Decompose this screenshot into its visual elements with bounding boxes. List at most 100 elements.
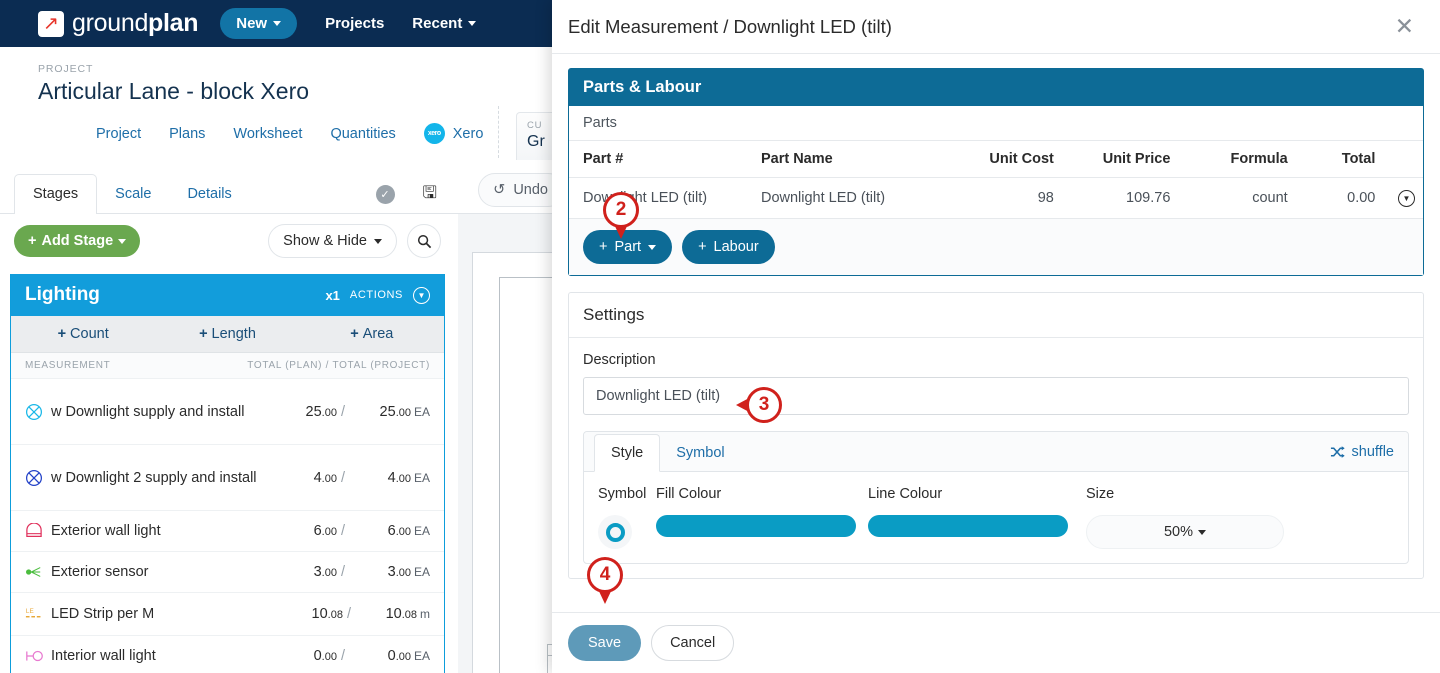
total-unit: EA bbox=[413, 524, 430, 538]
total-project: 4.00 bbox=[349, 470, 411, 486]
toolbar-icon-group: ✓ 🖫 bbox=[375, 180, 437, 209]
total-plan-int: 0 bbox=[313, 648, 322, 664]
stage-header-meta: x1 ACTIONS ▼ bbox=[325, 286, 430, 304]
total-unit: EA bbox=[413, 470, 430, 485]
measurement-row[interactable]: Exterior sensor 3.00/3.00 EA bbox=[11, 552, 444, 593]
measurement-row[interactable]: Interior wall light 0.00/0.00 EA bbox=[11, 636, 444, 673]
stage-tab-list: Stages Scale Details bbox=[0, 168, 555, 215]
cell-unit-price: 109.76 bbox=[1061, 177, 1179, 219]
total-plan-dec: .00 bbox=[321, 651, 337, 663]
stage-header[interactable]: Lighting x1 ACTIONS ▼ bbox=[11, 274, 444, 316]
search-icon bbox=[417, 234, 431, 248]
tab-plans[interactable]: Plans bbox=[169, 126, 205, 142]
new-button[interactable]: New bbox=[220, 8, 298, 39]
style-tab-list: Style Symbol shuffle bbox=[584, 432, 1408, 472]
description-input[interactable] bbox=[583, 377, 1409, 415]
shuffle-label: shuffle bbox=[1351, 444, 1394, 460]
chevron-down-circle-icon[interactable]: ▼ bbox=[413, 286, 430, 304]
measurement-row[interactable]: LE LED Strip per M 10.08/10.08 m bbox=[11, 593, 444, 636]
plus-icon: + bbox=[698, 239, 707, 255]
total-plan-dec: .08 bbox=[327, 609, 343, 621]
close-icon[interactable]: ✕ bbox=[1395, 15, 1414, 38]
total-plan-int: 4 bbox=[313, 469, 322, 486]
line-colour-label: Line Colour bbox=[868, 486, 943, 502]
total-project-int: 4 bbox=[387, 469, 396, 486]
totals-separator: / bbox=[346, 606, 351, 622]
check-circle-icon[interactable]: ✓ bbox=[375, 185, 395, 204]
total-plan-int: 25 bbox=[305, 403, 322, 420]
add-area-button[interactable]: + Area bbox=[300, 316, 444, 352]
symbol-swatch-button[interactable] bbox=[598, 515, 632, 549]
measurement-row[interactable]: w Downlight supply and install 25.00/25.… bbox=[11, 379, 444, 445]
add-length-button[interactable]: + Length bbox=[155, 316, 299, 352]
cell-row-menu: ▼ bbox=[1383, 177, 1423, 219]
tab-project[interactable]: Project bbox=[96, 126, 141, 142]
cancel-button[interactable]: Cancel bbox=[651, 625, 735, 661]
add-stage-button[interactable]: + Add Stage bbox=[14, 225, 141, 257]
col-formula: Formula bbox=[1178, 141, 1296, 178]
stage-actions-label[interactable]: ACTIONS bbox=[350, 289, 403, 301]
add-count-button[interactable]: + Count bbox=[11, 316, 155, 352]
tab-worksheet[interactable]: Worksheet bbox=[233, 126, 302, 142]
size-dropdown[interactable]: 50% bbox=[1086, 515, 1284, 549]
circle-x-icon bbox=[25, 469, 51, 487]
nav-recent-label: Recent bbox=[412, 15, 463, 32]
measurement-name: Exterior wall light bbox=[51, 523, 161, 539]
total-plan: 0.00 bbox=[283, 648, 337, 664]
chevron-down-icon bbox=[468, 21, 477, 26]
edit-measurement-modal: Edit Measurement / Downlight LED (tilt) … bbox=[552, 0, 1440, 673]
stage-multiplier: x1 bbox=[325, 287, 340, 303]
tab-xero[interactable]: xero Xero bbox=[423, 123, 483, 144]
nav-projects[interactable]: Projects bbox=[325, 15, 384, 32]
total-project-int: 3 bbox=[387, 564, 396, 580]
search-button[interactable] bbox=[407, 224, 441, 258]
tab-style[interactable]: Style bbox=[594, 434, 661, 472]
add-part-button[interactable]: + Part bbox=[583, 230, 673, 264]
measurement-row[interactable]: w Downlight 2 supply and install 4.00/4.… bbox=[11, 445, 444, 511]
total-plan-int: 10 bbox=[311, 606, 328, 622]
tab-scale[interactable]: Scale bbox=[97, 175, 169, 214]
shuffle-icon bbox=[1330, 446, 1345, 458]
tab-symbol[interactable]: Symbol bbox=[660, 435, 740, 471]
plus-icon: + bbox=[57, 326, 67, 342]
tab-quantities[interactable]: Quantities bbox=[330, 126, 395, 142]
undo-arrow-icon: ↺ bbox=[493, 182, 506, 198]
chevron-down-circle-icon[interactable]: ▼ bbox=[1398, 190, 1415, 207]
plus-icon: + bbox=[599, 239, 608, 255]
fill-colour-swatch[interactable] bbox=[656, 515, 856, 537]
modal-footer: Save Cancel bbox=[552, 612, 1440, 673]
led-strip-icon: LE bbox=[25, 605, 51, 623]
table-row[interactable]: Downlight LED (tilt) Downlight LED (tilt… bbox=[569, 177, 1423, 219]
symbol-label: Symbol bbox=[598, 486, 647, 502]
line-colour-swatch[interactable] bbox=[868, 515, 1068, 537]
show-hide-button[interactable]: Show & Hide bbox=[268, 224, 397, 258]
measure-type-row: + Count + Length + Area bbox=[11, 316, 444, 353]
modal-title: Edit Measurement / Downlight LED (tilt) bbox=[568, 15, 892, 37]
add-stage-label: Add Stage bbox=[41, 233, 114, 249]
total-plan-dec: .00 bbox=[321, 567, 337, 579]
show-hide-label: Show & Hide bbox=[283, 233, 367, 249]
add-length-label: Length bbox=[211, 326, 256, 342]
add-labour-button[interactable]: + Labour bbox=[682, 230, 775, 264]
floppy-disk-icon[interactable]: 🖫 bbox=[423, 180, 437, 209]
total-project-int: 10 bbox=[385, 606, 402, 622]
symbol-column: Symbol bbox=[598, 486, 656, 549]
col-row-menu bbox=[1383, 141, 1423, 178]
svg-text:LE: LE bbox=[26, 608, 34, 615]
shuffle-button[interactable]: shuffle bbox=[1330, 444, 1394, 460]
save-button[interactable]: Save bbox=[568, 625, 642, 661]
totals-separator: / bbox=[340, 523, 345, 539]
measurement-name: Interior wall light bbox=[51, 648, 156, 664]
measurement-row[interactable]: Exterior wall light 6.00/6.00 EA bbox=[11, 511, 444, 552]
chevron-down-icon bbox=[118, 238, 127, 244]
total-project-dec: .00 bbox=[395, 406, 411, 419]
total-project: 10.08 bbox=[355, 606, 417, 622]
tab-stages[interactable]: Stages bbox=[14, 174, 98, 215]
total-project-dec: .08 bbox=[401, 609, 417, 621]
total-unit: EA bbox=[413, 649, 430, 663]
parts-table: Part # Part Name Unit Cost Unit Price Fo… bbox=[569, 141, 1423, 219]
nav-recent[interactable]: Recent bbox=[412, 15, 477, 32]
stage-card-lighting: Lighting x1 ACTIONS ▼ + Count + Length + Ar… bbox=[10, 274, 445, 673]
tab-details[interactable]: Details bbox=[169, 175, 249, 214]
add-area-label: Area bbox=[362, 326, 394, 342]
